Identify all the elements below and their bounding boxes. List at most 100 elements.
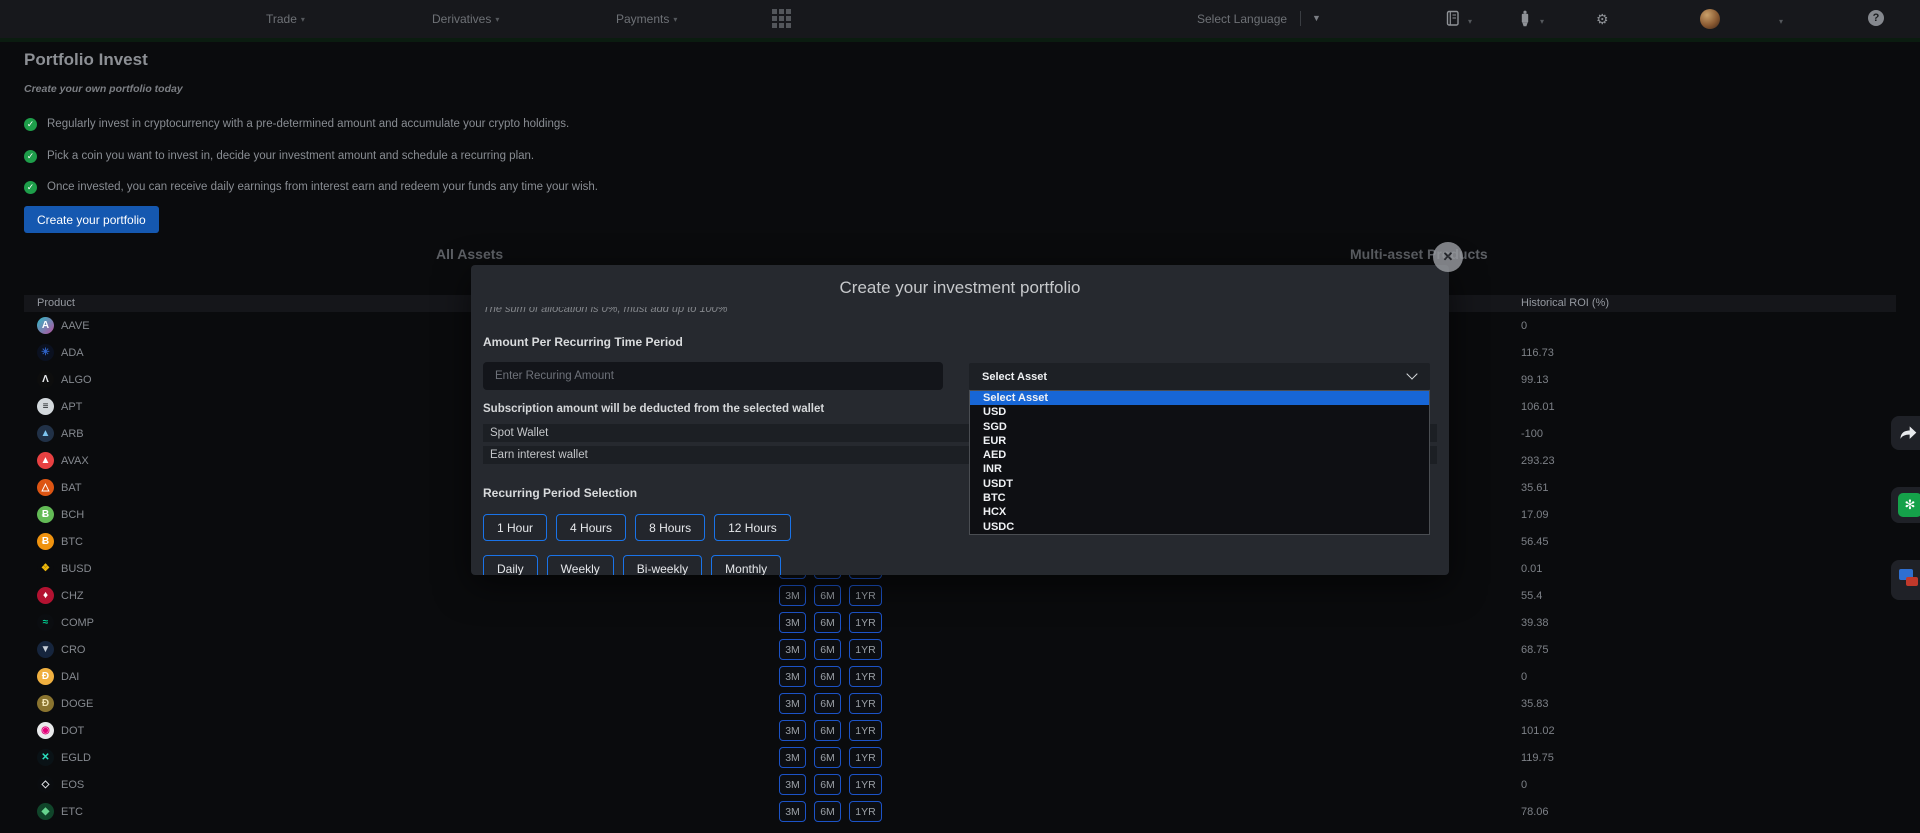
table-row-comp[interactable]: ≈COMP3M6M1YR39.38 (0, 609, 1920, 636)
period-button-6m[interactable]: 6M (814, 747, 841, 768)
chat-bubbles-glyph (1891, 560, 1920, 600)
period-button-3m[interactable]: 3M (779, 747, 806, 768)
period-button-1yr[interactable]: 1YR (849, 801, 882, 822)
recurring-button-4-hours[interactable]: 4 Hours (556, 514, 626, 541)
period-button-6m[interactable]: 6M (814, 774, 841, 795)
product-column-header: Product (37, 297, 75, 309)
recurring-button-8-hours[interactable]: 8 Hours (635, 514, 705, 541)
table-row-dai[interactable]: ÐDAI3M6M1YR0 (0, 663, 1920, 690)
period-button-6m[interactable]: 6M (814, 801, 841, 822)
period-button-3m[interactable]: 3M (779, 801, 806, 822)
period-button-1yr[interactable]: 1YR (849, 666, 882, 687)
coin-symbol: ADA (61, 347, 84, 359)
period-button-1yr[interactable]: 1YR (849, 747, 882, 768)
help-icon[interactable]: ? (1868, 10, 1884, 26)
recurring-button-monthly[interactable]: Monthly (711, 555, 781, 575)
period-button-3m[interactable]: 3M (779, 639, 806, 660)
period-button-6m[interactable]: 6M (814, 693, 841, 714)
roi-value: 55.4 (1521, 590, 1542, 602)
all-assets-heading: All Assets (436, 246, 503, 262)
period-button-1yr[interactable]: 1YR (849, 774, 882, 795)
asset-select[interactable]: Select Asset (969, 363, 1430, 390)
asset-option-select-asset[interactable]: Select Asset (970, 391, 1429, 405)
period-button-3m[interactable]: 3M (779, 774, 806, 795)
orders-caret-icon[interactable]: ▾ (1464, 14, 1472, 28)
recurring-button-daily[interactable]: Daily (483, 555, 538, 575)
period-button-3m[interactable]: 3M (779, 612, 806, 633)
asset-option-aed[interactable]: AED (970, 448, 1429, 462)
period-button-3m[interactable]: 3M (779, 693, 806, 714)
roi-value: 39.38 (1521, 617, 1549, 629)
recurring-row-hours: 1 Hour 4 Hours 8 Hours 12 Hours (483, 514, 791, 541)
dai-coin-icon: Ð (37, 668, 54, 685)
asset-option-usd[interactable]: USD (970, 405, 1429, 419)
chat-bubbles-icon[interactable] (1891, 560, 1920, 600)
period-button-6m[interactable]: 6M (814, 612, 841, 633)
etc-coin-icon: ◆ (37, 803, 54, 820)
cro-coin-icon: ▼ (37, 641, 54, 658)
share-arrow-icon[interactable] (1891, 416, 1920, 450)
period-button-3m[interactable]: 3M (779, 666, 806, 687)
recurring-amount-input[interactable] (483, 362, 943, 390)
nav-menu-trade[interactable]: Trade▾ (266, 12, 305, 26)
page-title: Portfolio Invest (24, 50, 148, 70)
asset-option-inr[interactable]: INR (970, 462, 1429, 476)
orders-book-icon[interactable] (1446, 10, 1461, 32)
gear-icon[interactable]: ⚙ (1596, 11, 1609, 28)
chevron-down-icon: ▾ (673, 15, 677, 24)
asset-option-sgd[interactable]: SGD (970, 420, 1429, 434)
asset-option-usdt[interactable]: USDT (970, 477, 1429, 491)
marker-caret-icon[interactable]: ▾ (1536, 14, 1544, 28)
dot-coin-icon: ◉ (37, 722, 54, 739)
asset-option-usdc[interactable]: USDC (970, 520, 1429, 534)
coin-symbol: ARB (61, 428, 84, 440)
period-button-1yr[interactable]: 1YR (849, 639, 882, 660)
create-portfolio-modal: Create your investment portfolio The sum… (471, 265, 1449, 575)
apps-grid-icon[interactable] (772, 9, 792, 34)
period-button-6m[interactable]: 6M (814, 585, 841, 606)
table-row-doge[interactable]: ÐDOGE3M6M1YR35.83 (0, 690, 1920, 717)
language-caret-icon[interactable]: ▼ (1312, 13, 1321, 23)
avatar[interactable] (1700, 9, 1720, 29)
create-portfolio-button[interactable]: Create your portfolio (24, 206, 159, 233)
roi-value: 116.73 (1521, 347, 1554, 359)
asset-option-eur[interactable]: EUR (970, 434, 1429, 448)
user-caret-icon[interactable]: ▾ (1775, 14, 1783, 28)
asset-option-hcx[interactable]: HCX (970, 505, 1429, 519)
chz-coin-icon: ♦ (37, 587, 54, 604)
asset-option-btc[interactable]: BTC (970, 491, 1429, 505)
modal-close-button[interactable]: ✕ (1433, 242, 1463, 272)
table-row-dot[interactable]: ◉DOT3M6M1YR101.02 (0, 717, 1920, 744)
table-row-eos[interactable]: ◇EOS3M6M1YR0 (0, 771, 1920, 798)
period-button-3m[interactable]: 3M (779, 720, 806, 741)
period-button-6m[interactable]: 6M (814, 720, 841, 741)
language-selector[interactable]: Select Language (1197, 12, 1287, 26)
table-row-etc[interactable]: ◆ETC3M6M1YR78.06 (0, 798, 1920, 825)
roi-value: 35.83 (1521, 698, 1549, 710)
arb-coin-icon: ▲ (37, 425, 54, 442)
recurring-button-12-hours[interactable]: 12 Hours (714, 514, 791, 541)
period-button-1yr[interactable]: 1YR (849, 612, 882, 633)
roi-value: 0 (1521, 320, 1527, 332)
period-button-1yr[interactable]: 1YR (849, 720, 882, 741)
table-row-cro[interactable]: ▼CRO3M6M1YR68.75 (0, 636, 1920, 663)
period-button-1yr[interactable]: 1YR (849, 585, 882, 606)
period-button-1yr[interactable]: 1YR (849, 693, 882, 714)
period-button-3m[interactable]: 3M (779, 585, 806, 606)
table-row-egld[interactable]: ✕EGLD3M6M1YR119.75 (0, 744, 1920, 771)
nav-menu-payments[interactable]: Payments▾ (616, 12, 677, 26)
roi-value: 35.61 (1521, 482, 1549, 494)
recurring-period-label: Recurring Period Selection (483, 486, 637, 500)
coin-symbol: AVAX (61, 455, 89, 467)
table-row-chz[interactable]: ♦CHZ3M6M1YR55.4 (0, 582, 1920, 609)
period-button-6m[interactable]: 6M (814, 639, 841, 660)
recurring-button-bi-weekly[interactable]: Bi-weekly (623, 555, 702, 575)
nav-menu-derivatives[interactable]: Derivatives▾ (432, 12, 499, 26)
period-button-6m[interactable]: 6M (814, 666, 841, 687)
assistant-bot-icon[interactable]: ✻ (1891, 487, 1920, 523)
nav-divider (1300, 11, 1301, 26)
recurring-button-1-hour[interactable]: 1 Hour (483, 514, 547, 541)
apt-coin-icon: ≡ (37, 398, 54, 415)
recurring-button-weekly[interactable]: Weekly (547, 555, 614, 575)
marker-icon[interactable] (1518, 10, 1532, 33)
